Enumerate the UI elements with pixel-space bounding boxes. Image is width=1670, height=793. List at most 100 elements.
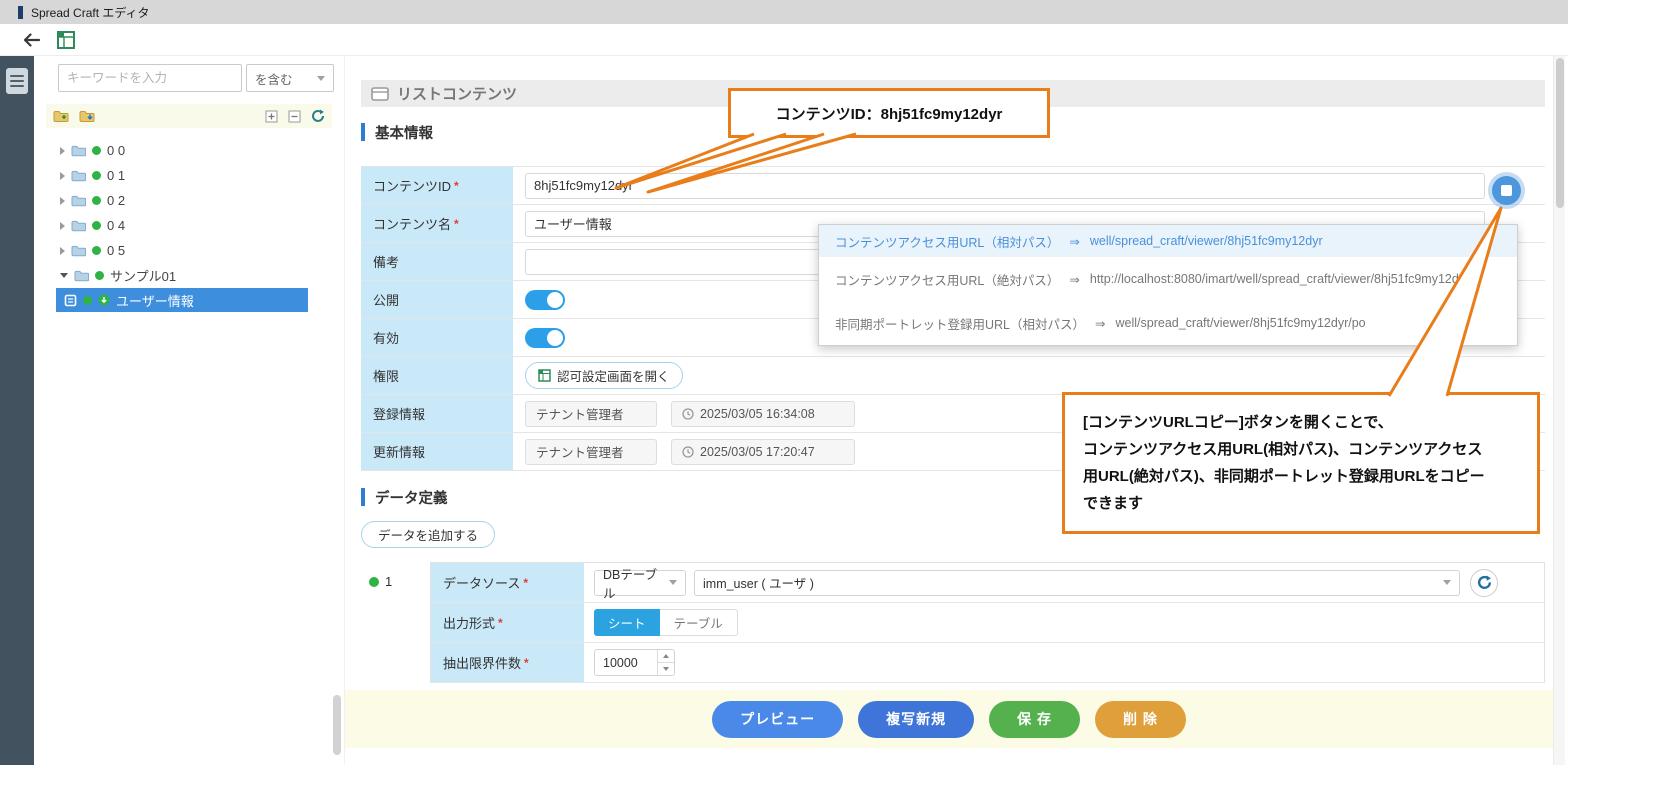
- folder-icon: [71, 220, 86, 232]
- folder-icon: [71, 245, 86, 257]
- window-titlebar: Spread Craft エディタ: [0, 0, 1568, 24]
- caret-down-icon[interactable]: [60, 273, 68, 278]
- expand-all-icon[interactable]: [265, 110, 278, 123]
- caret-right-icon[interactable]: [60, 172, 65, 180]
- tree-item-02[interactable]: 0 2: [34, 188, 334, 213]
- url-menu-item-url: well/spread_craft/viewer/8hj51fc9my12dyr: [1090, 234, 1323, 248]
- url-menu-item-async-portlet[interactable]: 非同期ポートレット登録用URL（相対パス） ⇒ well/spread_craf…: [819, 301, 1517, 345]
- import-folder-icon[interactable]: [79, 110, 95, 123]
- caret-right-icon[interactable]: [60, 222, 65, 230]
- data-row-index: 1: [361, 562, 430, 589]
- field-label: 権限: [361, 357, 513, 394]
- caret-right-icon[interactable]: [60, 247, 65, 255]
- tree-item-05[interactable]: 0 5: [34, 238, 334, 263]
- annotation-callout-url-copy: [コンテンツURLコピー]ボタンを開くことで、 コンテンツアクセス用URL(相対…: [1062, 392, 1540, 534]
- data-definition-row-1: 1 データソース * DBテーブル imm_user ( ユーザ ): [361, 562, 1545, 683]
- left-rail: [0, 56, 34, 765]
- status-dot-icon: [92, 196, 101, 205]
- tree-item-user-info[interactable]: ユーザー情報: [56, 288, 308, 312]
- url-menu-item-label: コンテンツアクセス用URL（絶対パス）: [835, 270, 1059, 289]
- content-id-input[interactable]: [525, 173, 1485, 199]
- back-button[interactable]: [18, 28, 44, 52]
- stepper-buttons: [657, 650, 674, 675]
- status-dot-icon: [92, 246, 101, 255]
- enabled-toggle[interactable]: [525, 328, 565, 348]
- caret-right-icon[interactable]: [60, 147, 65, 155]
- published-badge-icon: [98, 294, 110, 306]
- form-row-permission: 権限 認可設定画面を開く: [361, 357, 1545, 395]
- url-menu-item-arrow: ⇒: [1069, 272, 1079, 287]
- tree-item-00[interactable]: 0 0: [34, 138, 334, 163]
- output-format-tabs: シート テーブル: [594, 609, 738, 636]
- content-url-copy-button[interactable]: [1492, 176, 1521, 205]
- status-dot-icon: [92, 171, 101, 180]
- registered-user-box: テナント管理者: [525, 401, 657, 427]
- datasource-type-select[interactable]: DBテーブル: [594, 570, 686, 596]
- arrow-left-icon: [23, 33, 40, 47]
- form-row-output-format: 出力形式 * シート テーブル: [431, 603, 1544, 643]
- field-label: 登録情報: [361, 395, 513, 432]
- duplicate-new-button[interactable]: 複写新規: [858, 701, 974, 738]
- stepper-down-button[interactable]: [658, 662, 674, 675]
- required-mark: *: [523, 576, 528, 590]
- callout-line: 用URL(絶対パス)、非同期ポートレット登録用URLをコピー: [1083, 463, 1519, 490]
- save-button[interactable]: 保 存: [989, 701, 1080, 738]
- clock-icon: [682, 446, 694, 458]
- match-type-select[interactable]: を含む: [246, 64, 334, 92]
- form-row-content-id: コンテンツID *: [361, 167, 1545, 205]
- main-scrollbar-thumb[interactable]: [1556, 58, 1564, 208]
- collapse-all-icon[interactable]: [288, 110, 301, 123]
- caret-right-icon[interactable]: [60, 197, 65, 205]
- menu-icon[interactable]: [6, 68, 28, 94]
- tree-item-label: サンプル01: [110, 266, 176, 285]
- url-menu-item-label: コンテンツアクセス用URL（相対パス）: [835, 232, 1059, 251]
- chevron-down-icon: [317, 76, 325, 81]
- folder-icon: [71, 170, 86, 182]
- tree-item-04[interactable]: 0 4: [34, 213, 334, 238]
- section-accent-bar: [361, 488, 365, 506]
- tree-item-01[interactable]: 0 1: [34, 163, 334, 188]
- url-menu-item-relative[interactable]: コンテンツアクセス用URL（相対パス） ⇒ well/spread_craft/…: [819, 225, 1517, 257]
- spreadsheet-icon: [538, 369, 551, 382]
- extract-limit-input[interactable]: [595, 650, 657, 675]
- folder-icon: [71, 195, 86, 207]
- tree-refresh-icon[interactable]: [311, 109, 325, 123]
- preview-button[interactable]: プレビュー: [712, 701, 843, 738]
- url-menu-item-absolute[interactable]: コンテンツアクセス用URL（絶対パス） ⇒ http://localhost:8…: [819, 257, 1517, 301]
- open-authorization-settings-button[interactable]: 認可設定画面を開く: [525, 362, 683, 389]
- tree-item-sample01[interactable]: サンプル01: [34, 263, 334, 288]
- updated-user-box: テナント管理者: [525, 439, 657, 465]
- stepper-up-button[interactable]: [658, 650, 674, 662]
- keyword-search-input[interactable]: [58, 64, 242, 92]
- annotation-callout-content-id: コンテンツID：8hj51fc9my12dyr: [728, 88, 1050, 138]
- copy-icon: [1501, 185, 1512, 196]
- field-label: 有効: [361, 319, 513, 356]
- page-title: リストコンテンツ: [397, 83, 517, 104]
- tree-item-label: 0 2: [107, 193, 125, 208]
- datasource-refresh-button[interactable]: [1470, 569, 1498, 597]
- clock-icon: [682, 408, 694, 420]
- delete-button[interactable]: 削 除: [1095, 701, 1186, 738]
- url-menu-item-arrow: ⇒: [1069, 234, 1079, 249]
- add-data-button[interactable]: データを追加する: [361, 521, 495, 548]
- callout-line: [コンテンツURLコピー]ボタンを開くことで、: [1083, 409, 1519, 436]
- tab-sheet[interactable]: シート: [594, 609, 660, 636]
- folder-icon: [71, 145, 86, 157]
- section-title: データ定義: [375, 487, 448, 508]
- status-dot-icon: [92, 221, 101, 230]
- spreadcraft-logo-icon[interactable]: [54, 28, 78, 52]
- required-mark: *: [498, 616, 503, 630]
- section-basic-info: 基本情報: [361, 120, 433, 144]
- data-row-fields: データソース * DBテーブル imm_user ( ユーザ ): [430, 562, 1545, 683]
- datasource-table-select[interactable]: imm_user ( ユーザ ): [694, 570, 1460, 596]
- add-folder-icon[interactable]: [53, 110, 69, 123]
- publish-toggle[interactable]: [525, 290, 565, 310]
- main-scrollbar[interactable]: [1553, 56, 1565, 765]
- extract-limit-stepper: [594, 649, 675, 676]
- tab-table[interactable]: テーブル: [660, 609, 738, 636]
- tree-item-label: 0 5: [107, 243, 125, 258]
- required-mark: *: [524, 656, 529, 670]
- field-label: データソース *: [431, 563, 584, 602]
- url-menu-item-arrow: ⇒: [1095, 316, 1105, 331]
- sidebar-scrollbar[interactable]: [333, 695, 341, 755]
